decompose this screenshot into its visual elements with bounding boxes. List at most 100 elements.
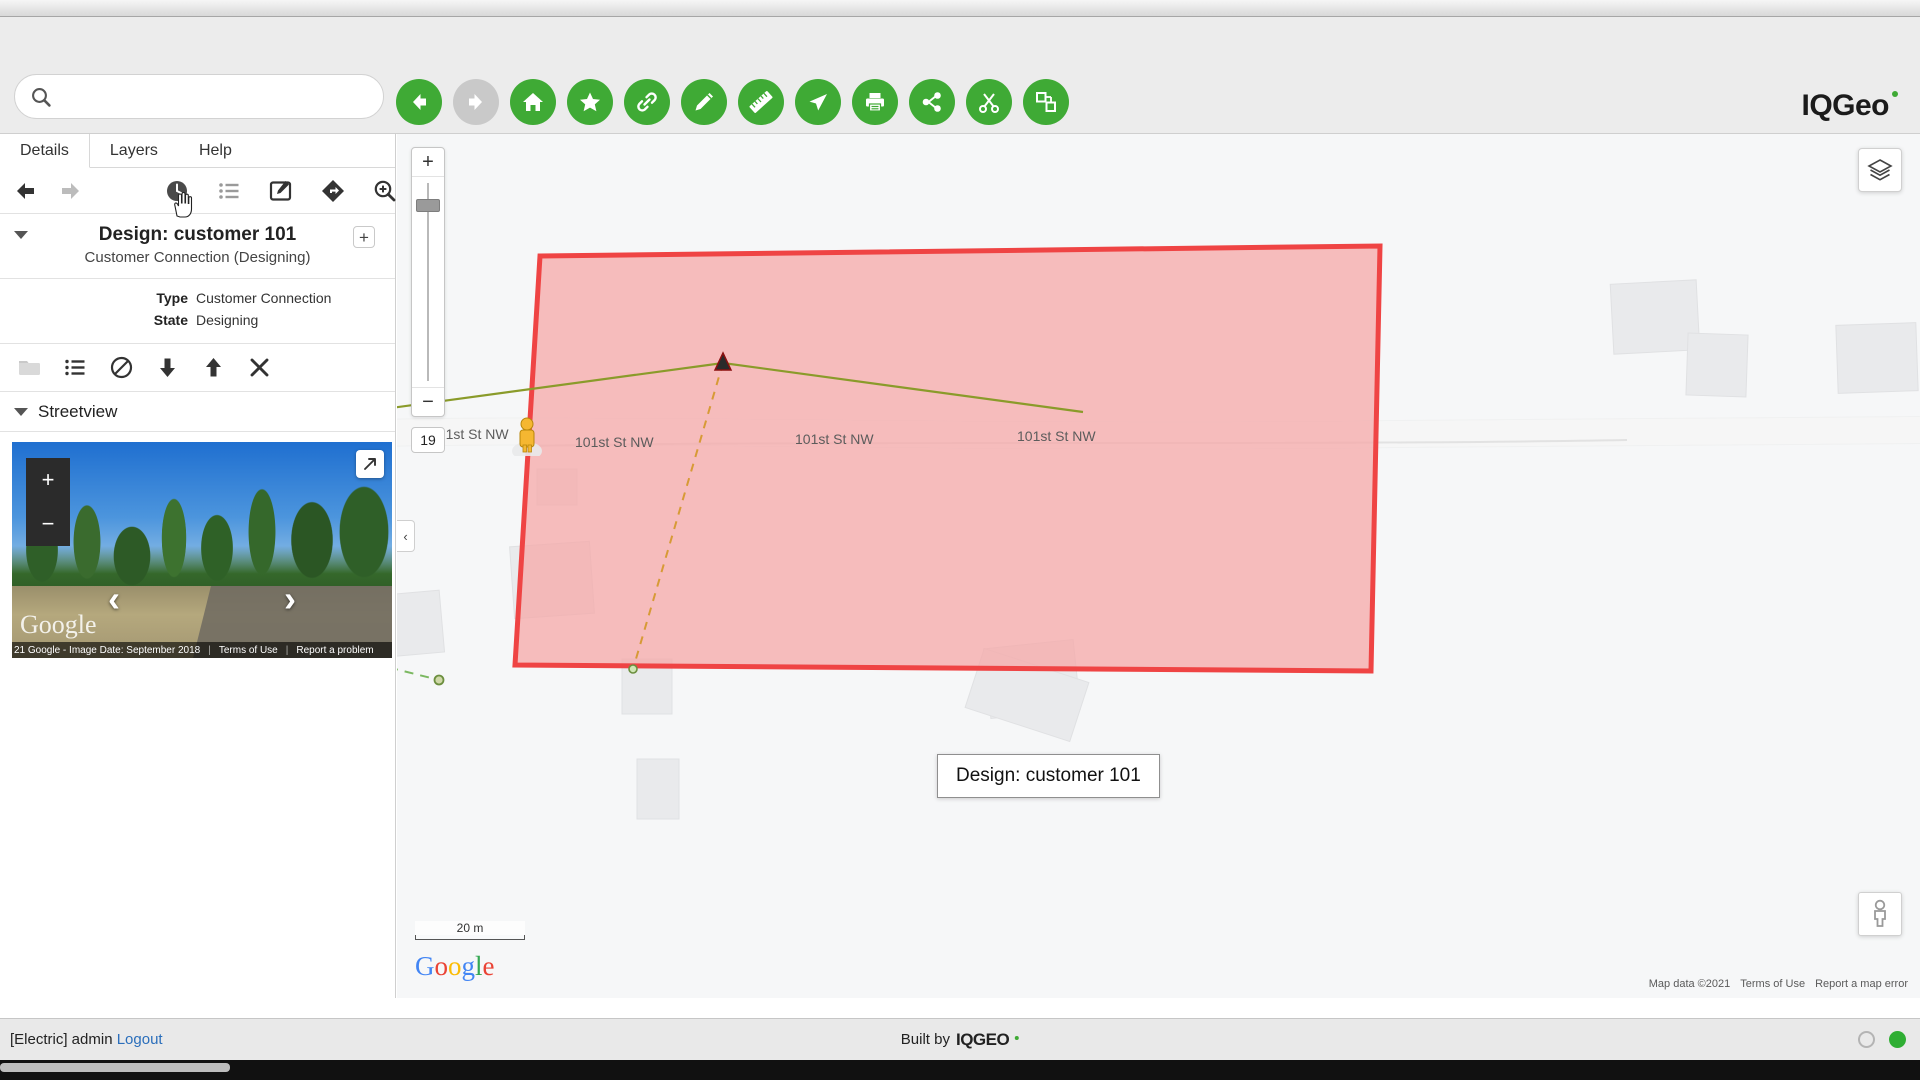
edit-button[interactable] [681, 79, 727, 125]
printer-icon [862, 89, 888, 115]
copy-button[interactable] [1023, 79, 1069, 125]
feature-title-block: + Design: customer 101 Customer Connecti… [0, 214, 395, 279]
search-icon [29, 85, 53, 109]
logo-dot [1892, 91, 1898, 97]
ruler-icon [748, 89, 774, 115]
share-button[interactable] [909, 79, 955, 125]
property-key: Type [156, 290, 188, 306]
list-view-button[interactable] [212, 174, 246, 208]
route-button[interactable] [316, 174, 350, 208]
directions-icon [322, 179, 344, 202]
collapse-caret-icon[interactable] [14, 231, 28, 239]
map-zoom-in-button[interactable]: + [412, 148, 444, 176]
search-input[interactable] [63, 88, 363, 105]
forward-button[interactable] [453, 79, 499, 125]
map-scale-bar: 20 m [415, 921, 525, 940]
main-toolbar [396, 79, 1069, 125]
measure-button[interactable] [738, 79, 784, 125]
property-value: Designing [196, 312, 259, 328]
built-by-label: Built by [900, 1031, 950, 1048]
no-entry-icon [110, 356, 132, 379]
layers-button[interactable] [1858, 148, 1902, 192]
streetview-expand-button[interactable] [356, 450, 384, 478]
block-button[interactable] [108, 355, 134, 381]
online-status-indicator[interactable] [1889, 1031, 1906, 1048]
x-icon [250, 358, 268, 377]
arrow-right-icon [62, 182, 79, 199]
list-icon [64, 359, 84, 376]
link-button[interactable] [624, 79, 670, 125]
list-button[interactable] [62, 355, 88, 381]
map-zoom-slider[interactable] [412, 176, 444, 388]
sidebar-forward-button[interactable] [53, 174, 87, 208]
expand-arrow-icon [364, 458, 376, 470]
design-polygon [512, 243, 1383, 674]
link-icon [634, 89, 660, 115]
tab-layers[interactable]: Layers [90, 134, 179, 167]
map-data-copyright: Map data ©2021 [1648, 978, 1731, 990]
scrollbar-thumb[interactable] [0, 1063, 230, 1072]
app-header: IQGeo [0, 17, 1920, 134]
download-button[interactable] [154, 355, 180, 381]
cut-button[interactable] [966, 79, 1012, 125]
home-button[interactable] [510, 79, 556, 125]
streetview-google-watermark: Google [20, 610, 97, 639]
tab-help[interactable]: Help [179, 134, 253, 167]
add-feature-button[interactable]: + [353, 226, 375, 248]
google-logo-letter: G [415, 951, 435, 981]
print-button[interactable] [852, 79, 898, 125]
window-scrollbar[interactable] [0, 1060, 1920, 1080]
streetview-zoom-out-button[interactable]: − [42, 513, 55, 535]
clock-history-button[interactable] [160, 174, 194, 208]
edit-feature-button[interactable] [264, 174, 298, 208]
arrow-left-icon [17, 182, 34, 199]
status-bar-user: [Electric] admin Logout [10, 1031, 163, 1048]
search-box[interactable] [14, 74, 384, 119]
streetview-panel[interactable]: + − ‹ › Google 21 Google - Image Date: S… [12, 442, 392, 658]
logout-link[interactable]: Logout [117, 1031, 163, 1048]
map-zoom-level: 19 [411, 427, 445, 453]
streetview-prev-button[interactable]: ‹ [108, 578, 120, 620]
clock-icon [167, 180, 187, 201]
sidebar-back-button[interactable] [9, 174, 43, 208]
streetview-terms-link[interactable]: Terms of Use [219, 645, 278, 656]
pegman-map-marker[interactable] [510, 416, 544, 456]
app-logo: IQGeo [1801, 89, 1898, 123]
streetview-zoom-in-button[interactable]: + [42, 469, 55, 491]
map-zoom-out-button[interactable]: − [412, 388, 444, 416]
streetview-report-link[interactable]: Report a problem [296, 645, 373, 656]
connection-node-marker [433, 674, 445, 686]
home-icon [520, 89, 546, 115]
share-nodes-icon [919, 89, 945, 115]
tab-details[interactable]: Details [0, 134, 90, 168]
map-report-link[interactable]: Report a map error [1815, 978, 1908, 990]
pegman-button[interactable] [1858, 892, 1902, 936]
folder-icon [18, 361, 40, 375]
trace-button[interactable] [795, 79, 841, 125]
bookmark-button[interactable] [567, 79, 613, 125]
upload-button[interactable] [200, 355, 226, 381]
pegman-icon [1874, 899, 1886, 927]
streetview-section-header[interactable]: Streetview [0, 392, 395, 432]
google-logo-letter: o [448, 951, 462, 981]
folder-button[interactable] [16, 355, 42, 381]
map-scale-label: 20 m [415, 921, 525, 935]
left-sidebar: Details Layers Help + Design: customer 1… [0, 134, 396, 998]
connection-node-marker [628, 664, 638, 674]
close-button[interactable] [246, 355, 272, 381]
back-button[interactable] [396, 79, 442, 125]
property-key: State [153, 312, 188, 328]
list-icon [219, 182, 239, 199]
sidebar-collapse-handle[interactable]: ‹ [397, 520, 415, 552]
map-canvas[interactable]: 101st St NW 101st St NW 101st St NW 101s… [397, 134, 1920, 998]
page-title: Design: customer 101 [98, 224, 297, 245]
streetview-attribution: 21 Google - Image Date: September 2018 |… [12, 642, 392, 658]
add-feature-label: + [359, 227, 369, 247]
status-bar: [Electric] admin Logout Built by IQGEO [0, 1018, 1920, 1060]
zoom-slider-handle[interactable] [416, 199, 440, 212]
streetview-next-button[interactable]: › [284, 578, 296, 620]
sync-status-indicator[interactable] [1858, 1031, 1875, 1048]
map-terms-link[interactable]: Terms of Use [1740, 978, 1805, 990]
sidebar-nav-toolbar [0, 168, 396, 218]
arrow-right-icon [463, 89, 489, 115]
